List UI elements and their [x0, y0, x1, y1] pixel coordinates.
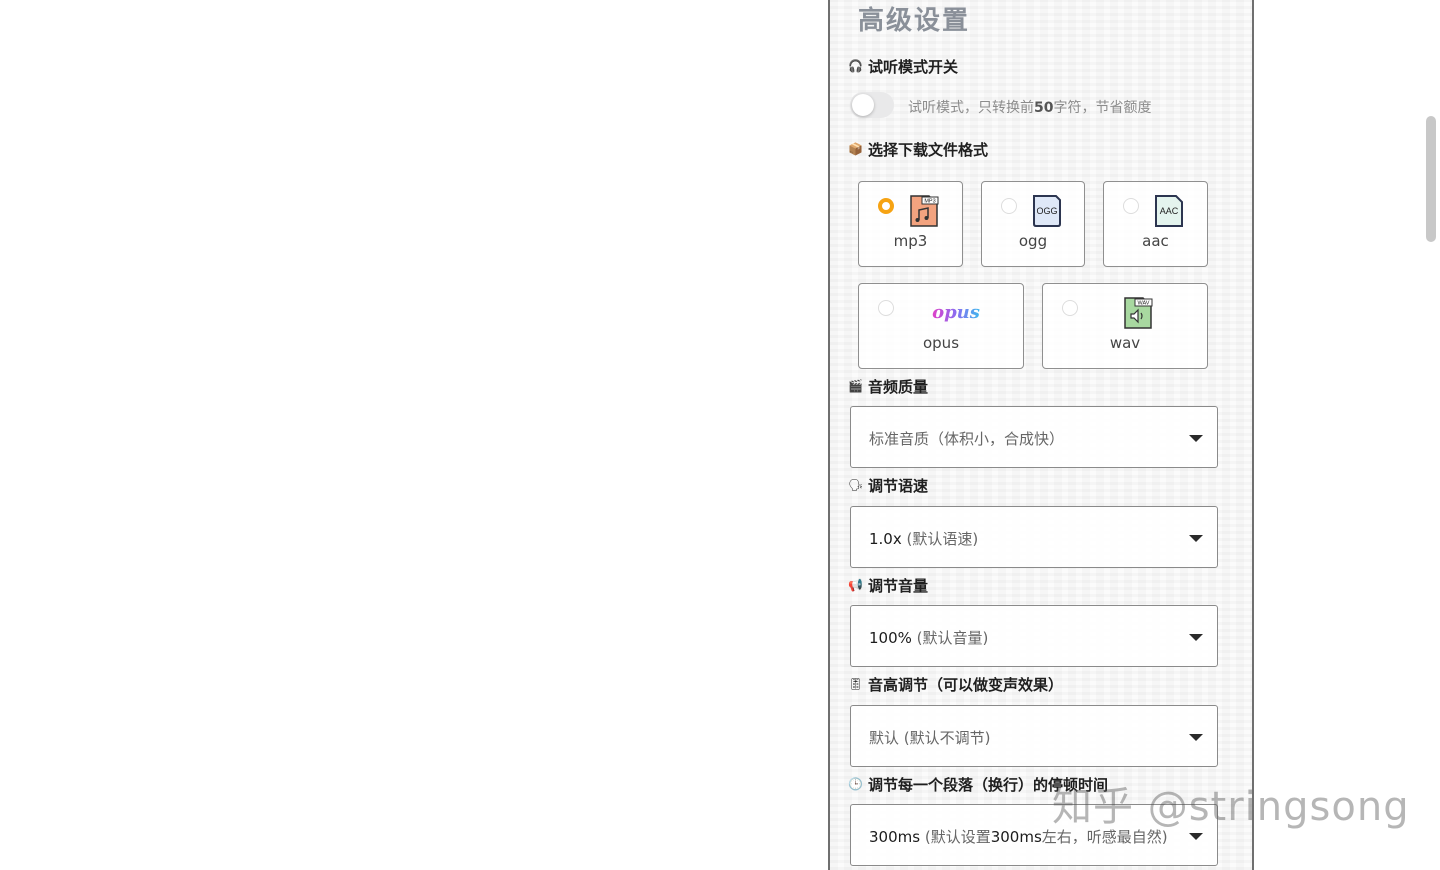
chevron-down-icon — [1189, 435, 1203, 442]
chevron-down-icon — [1189, 833, 1203, 840]
speed-select-value: 1.0x (默认语速) — [869, 530, 979, 548]
panel-title: 高级设置 — [858, 6, 971, 36]
quality-select-value: 标准音质（体积小，合成快） — [869, 430, 1065, 448]
format-option-wav[interactable]: WAV wav — [1042, 283, 1208, 369]
format-radio-aac[interactable] — [1123, 198, 1139, 214]
volume-label-text: 调节音量 — [868, 577, 929, 595]
speed-select[interactable]: 1.0x (默认语速) — [850, 506, 1218, 568]
toggle-knob — [852, 94, 874, 116]
format-label: 📦 选择下载文件格式 — [848, 139, 988, 160]
advanced-settings-panel: 高级设置 🎧 试听模式开关 试听模式，只转换前50字符，节省额度 📦 选择下载文… — [828, 0, 1254, 870]
volume-label: 📢 调节音量 — [848, 575, 928, 596]
mp3-file-icon: MP3 — [910, 195, 939, 227]
aac-file-icon: AAC — [1155, 195, 1183, 227]
format-option-opus[interactable]: opus opus — [858, 283, 1024, 369]
format-label-text: 选择下载文件格式 — [868, 141, 989, 159]
format-label-aac: aac — [1142, 232, 1169, 250]
ogg-file-icon: OGG — [1033, 195, 1061, 227]
chevron-down-icon — [1189, 734, 1203, 741]
wav-file-icon: WAV — [1124, 297, 1153, 329]
format-option-mp3[interactable]: MP3 mp3 — [858, 181, 963, 267]
format-option-aac[interactable]: AAC aac — [1103, 181, 1208, 267]
format-radio-opus[interactable] — [878, 300, 894, 316]
megaphone-icon: 📢 — [848, 578, 863, 592]
format-label-opus: opus — [922, 334, 960, 352]
chevron-down-icon — [1189, 634, 1203, 641]
preview-mode-label: 🎧 试听模式开关 — [848, 56, 958, 77]
speed-label-text: 调节语速 — [868, 477, 929, 495]
speaking-head-icon: 🗣 — [848, 478, 864, 492]
pitch-select-value: 默认 (默认不调节) — [869, 729, 991, 747]
format-radio-wav[interactable] — [1062, 300, 1078, 316]
opus-logo-icon: opus — [932, 302, 980, 323]
format-label-ogg: ogg — [1018, 232, 1048, 250]
package-icon: 📦 — [848, 142, 863, 156]
quality-label-text: 音频质量 — [868, 378, 929, 396]
svg-text:AAC: AAC — [1160, 206, 1179, 216]
quality-select[interactable]: 标准音质（体积小，合成快） — [850, 406, 1218, 468]
quality-label: 🎬 音频质量 — [848, 376, 928, 397]
volume-select-value: 100% (默认音量) — [869, 629, 989, 647]
headphones-icon: 🎧 — [848, 59, 863, 73]
clock-icon: 🕒 — [848, 777, 863, 791]
preview-mode-toggle[interactable] — [850, 92, 894, 118]
chevron-down-icon — [1189, 535, 1203, 542]
svg-text:MP3: MP3 — [924, 199, 935, 205]
format-radio-mp3[interactable] — [878, 198, 894, 214]
page-scrollbar[interactable] — [1426, 116, 1436, 242]
speed-label: 🗣 调节语速 — [848, 475, 928, 496]
preview-mode-label-text: 试听模式开关 — [868, 58, 959, 76]
preview-mode-description: 试听模式，只转换前50字符，节省额度 — [908, 100, 1152, 116]
svg-text:opus: opus — [932, 302, 980, 323]
format-option-ogg[interactable]: OGG ogg — [981, 181, 1085, 267]
format-radio-ogg[interactable] — [1001, 198, 1017, 214]
pitch-label-text: 音高调节（可以做变声效果） — [868, 676, 1064, 694]
tuning-fork-icon: 🎚 — [848, 677, 864, 691]
volume-select[interactable]: 100% (默认音量) — [850, 605, 1218, 667]
pitch-select[interactable]: 默认 (默认不调节) — [850, 705, 1218, 767]
format-label-mp3: mp3 — [893, 232, 928, 250]
film-clapper-icon: 🎬 — [848, 379, 863, 393]
pitch-label: 🎚 音高调节（可以做变声效果） — [848, 674, 1063, 695]
watermark: 知乎 @stringsong — [1052, 784, 1410, 830]
svg-text:OGG: OGG — [1036, 206, 1057, 216]
svg-text:WAV: WAV — [1138, 301, 1150, 307]
format-label-wav: wav — [1109, 334, 1141, 352]
